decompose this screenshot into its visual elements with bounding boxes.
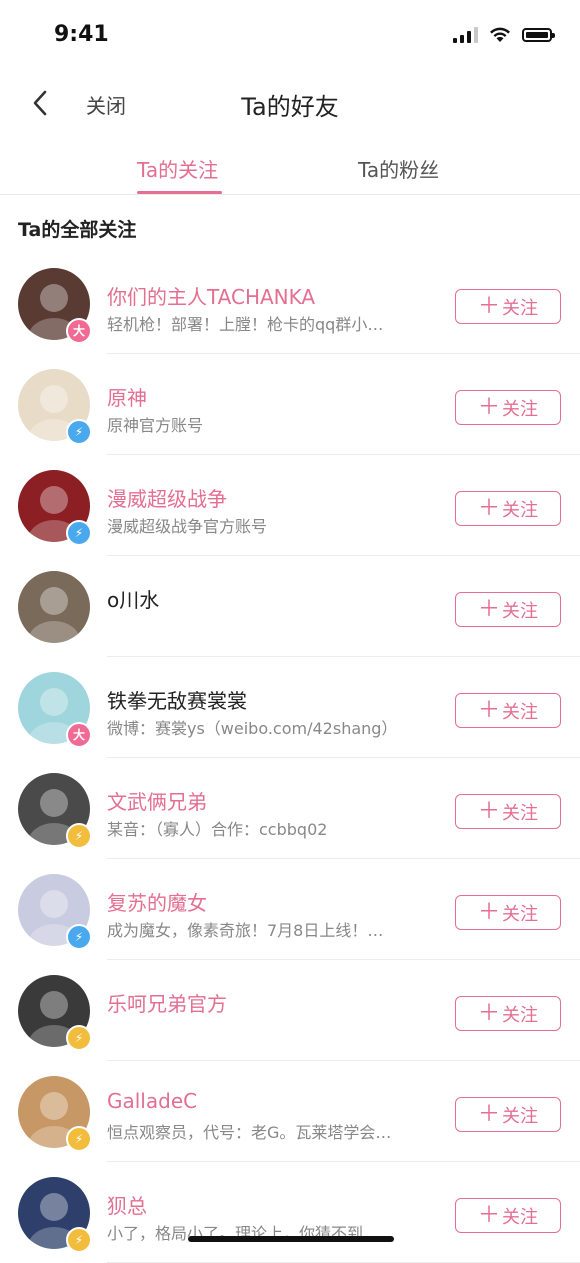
follow-button[interactable]: ＋关注: [455, 491, 561, 526]
verified-lightning-icon: ⚡: [66, 1126, 92, 1152]
list-item[interactable]: ⚡ 乐呵兄弟官方 ＋关注: [0, 960, 580, 1061]
user-description: 恒点观察员，代号：老G。瓦莱塔学会…: [107, 1123, 392, 1142]
follow-button[interactable]: ＋关注: [455, 895, 561, 930]
tab-following[interactable]: Ta的关注: [137, 154, 218, 183]
plus-icon: ＋: [477, 1101, 500, 1127]
follow-button-label: 关注: [502, 903, 538, 925]
follow-button[interactable]: ＋关注: [455, 794, 561, 829]
plus-icon: ＋: [477, 394, 500, 420]
list-item[interactable]: ⚡ GalladeC 恒点观察员，代号：老G。瓦莱塔学会… ＋关注: [0, 1061, 580, 1162]
user-description: 成为魔女，像素奇旅！7月8日上线！…: [107, 921, 384, 940]
user-description: 原神官方账号: [107, 416, 204, 435]
list-item[interactable]: 大你们的主人TACHANKA 轻机枪！部署！上膛！枪卡的qq群小… ＋关注: [0, 253, 580, 354]
follow-button[interactable]: ＋关注: [455, 996, 561, 1031]
user-name[interactable]: 乐呵兄弟官方: [107, 988, 227, 1017]
plus-icon: ＋: [477, 495, 500, 521]
follow-button-label: 关注: [502, 1105, 538, 1127]
verified-lightning-icon: ⚡: [66, 419, 92, 445]
following-list: 大你们的主人TACHANKA 轻机枪！部署！上膛！枪卡的qq群小… ＋关注 ⚡ 原神 原神…: [0, 253, 580, 1263]
follow-button-label: 关注: [502, 600, 538, 622]
user-name[interactable]: 文武俩兄弟: [107, 786, 207, 815]
verified-lightning-icon: ⚡: [66, 520, 92, 546]
user-name[interactable]: o川水: [107, 584, 159, 613]
big-member-badge: 大: [66, 722, 92, 748]
status-time: 9:41: [54, 22, 109, 47]
list-item[interactable]: 大铁拳无敌赛裳裳微博：赛裳ys（weibo.com/42shang） ＋关注: [0, 657, 580, 758]
page-title: Ta的好友: [241, 93, 339, 121]
user-description: 某音：（寡人）合作：ccbbq02: [107, 820, 328, 839]
status-icons: [453, 26, 555, 43]
nav-bar: 关闭 Ta的好友: [0, 70, 580, 136]
follow-button[interactable]: ＋关注: [455, 1198, 561, 1233]
status-bar: 9:41: [0, 0, 580, 70]
follow-button[interactable]: ＋关注: [455, 390, 561, 425]
user-name[interactable]: 原神: [107, 382, 147, 411]
follow-button[interactable]: ＋关注: [455, 289, 561, 324]
plus-icon: ＋: [477, 1000, 500, 1026]
plus-icon: ＋: [477, 798, 500, 824]
user-name[interactable]: 狈总: [107, 1190, 147, 1219]
follow-button-label: 关注: [502, 398, 538, 420]
verified-lightning-icon: ⚡: [66, 823, 92, 849]
avatar[interactable]: [18, 571, 90, 643]
verified-lightning-icon: ⚡: [66, 924, 92, 950]
list-item[interactable]: ⚡ 原神原神官方账号 ＋关注: [0, 354, 580, 455]
tab-bar: Ta的关注 Ta的粉丝: [0, 138, 580, 195]
user-name[interactable]: 漫威超级战争: [107, 483, 227, 512]
list-item[interactable]: ⚡ 狈总 小了，格局小了。理论上，你猜不到… ＋关注: [0, 1162, 580, 1263]
list-item[interactable]: ⚡ 复苏的魔女成为魔女，像素奇旅！7月8日上线！… ＋关注: [0, 859, 580, 960]
follow-button-label: 关注: [502, 1004, 538, 1026]
user-description: 漫威超级战争官方账号: [107, 517, 268, 536]
plus-icon: ＋: [477, 293, 500, 319]
battery-icon: [522, 27, 555, 42]
user-description: 微博：赛裳ys（weibo.com/42shang）: [107, 719, 398, 738]
wifi-icon: [490, 27, 510, 42]
plus-icon: ＋: [477, 596, 500, 622]
follow-button-label: 关注: [502, 802, 538, 824]
user-name[interactable]: 复苏的魔女: [107, 887, 207, 916]
plus-icon: ＋: [477, 697, 500, 723]
follow-button-label: 关注: [502, 1206, 538, 1228]
cellular-signal-icon: [453, 26, 478, 43]
follow-button[interactable]: ＋关注: [455, 1097, 561, 1132]
tab-fans[interactable]: Ta的粉丝: [358, 154, 439, 183]
list-item[interactable]: o川水 ＋关注: [0, 556, 580, 657]
user-name[interactable]: GalladeC: [107, 1089, 197, 1113]
section-title: Ta的全部关注: [18, 219, 137, 241]
user-name[interactable]: 你们的主人TACHANKA: [107, 281, 315, 310]
plus-icon: ＋: [477, 1202, 500, 1228]
verified-lightning-icon: ⚡: [66, 1025, 92, 1051]
list-item[interactable]: ⚡ 漫威超级战争漫威超级战争官方账号 ＋关注: [0, 455, 580, 556]
follow-button-label: 关注: [502, 701, 538, 723]
big-member-badge: 大: [66, 318, 92, 344]
user-description: 轻机枪！部署！上膛！枪卡的qq群小…: [107, 315, 384, 334]
follow-button-label: 关注: [502, 499, 538, 521]
follow-button-label: 关注: [502, 297, 538, 319]
user-name[interactable]: 铁拳无敌赛裳裳: [107, 685, 247, 714]
follow-button[interactable]: ＋关注: [455, 592, 561, 627]
follow-button[interactable]: ＋关注: [455, 693, 561, 728]
active-tab-indicator: [137, 191, 222, 194]
plus-icon: ＋: [477, 899, 500, 925]
home-indicator: [188, 1236, 394, 1242]
verified-lightning-icon: ⚡: [66, 1227, 92, 1253]
list-item[interactable]: ⚡ 文武俩兄弟某音：（寡人）合作：ccbbq02 ＋关注: [0, 758, 580, 859]
